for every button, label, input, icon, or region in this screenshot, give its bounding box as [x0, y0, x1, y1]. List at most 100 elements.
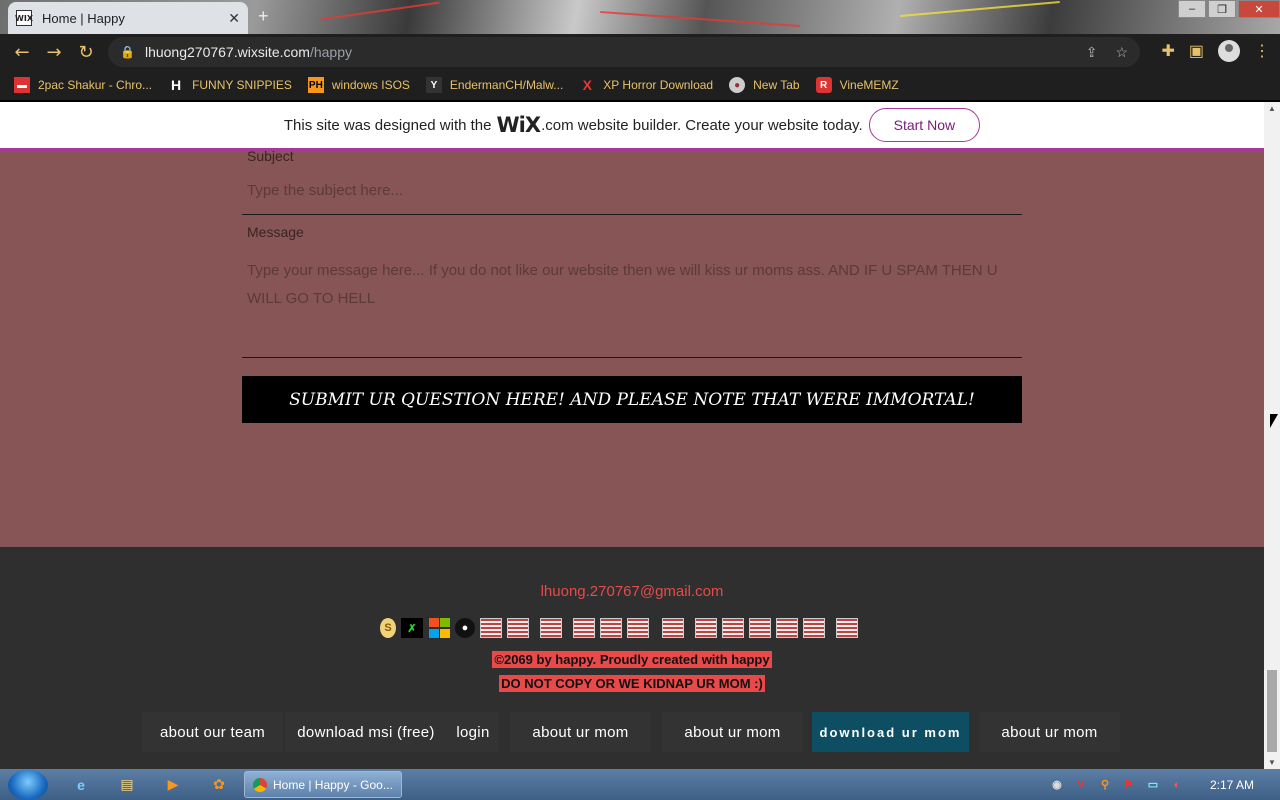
scrollbar-thumb[interactable] — [1267, 670, 1277, 752]
broken-image-icon[interactable] — [600, 618, 622, 638]
bookmark-label: VineMEMZ — [839, 78, 899, 92]
broken-image-icon[interactable] — [573, 618, 595, 638]
tray-speaker-icon[interactable]: ◐ — [1170, 778, 1184, 792]
wix-favicon-icon: WIX — [15, 10, 33, 26]
tray-flag-icon[interactable]: ⚑ — [1122, 778, 1136, 792]
windows-taskbar: e ▤ ▶ ✿ Home | Happy - Goo... ◉ V ⚲ ⚑ ▭ … — [0, 769, 1280, 800]
broken-image-icon[interactable] — [627, 618, 649, 638]
broken-image-icon[interactable] — [722, 618, 744, 638]
url-path: /happy — [309, 44, 352, 60]
bookmark-item[interactable]: X XP Horror Download — [579, 77, 714, 93]
bookmark-label: EndermanCH/Malw... — [449, 78, 564, 92]
bookmark-label: XP Horror Download — [603, 78, 714, 92]
nav-about-ur-mom-1[interactable]: about ur mom — [510, 712, 651, 752]
file-explorer-icon[interactable]: ▤ — [114, 774, 140, 796]
bookmark-item[interactable]: PH windows ISOS — [307, 77, 410, 93]
nav-download-msi[interactable]: download msi (free) — [285, 712, 447, 752]
broken-image-icon[interactable] — [507, 618, 529, 638]
tray-monitor-icon[interactable]: ▭ — [1146, 778, 1160, 792]
r-icon: R — [815, 77, 832, 93]
broken-image-icon[interactable] — [836, 618, 858, 638]
ph-icon: PH — [307, 77, 324, 93]
tab-close-icon[interactable]: ✕ — [228, 10, 240, 27]
bookmarks-bar: ▬ 2pac Shakur - Chro... H FUNNY SNIPPIES P… — [0, 70, 1280, 100]
scroll-down-icon[interactable]: ▼ — [1268, 758, 1276, 767]
maximize-icon[interactable]: ❐ — [1208, 0, 1236, 18]
scroll-up-icon[interactable]: ▲ — [1268, 104, 1276, 113]
taskbar-clock[interactable]: 2:17 AM — [1210, 778, 1254, 792]
contact-email-link[interactable]: lhuong.270767@gmail.com — [0, 583, 1264, 600]
close-window-icon[interactable]: ✕ — [1238, 0, 1280, 18]
wallpaper-streak — [600, 11, 800, 27]
menu-kebab-icon[interactable]: ⋮ — [1254, 41, 1270, 61]
github-icon[interactable]: ● — [455, 618, 475, 638]
message-label: Message — [247, 224, 304, 240]
bookmark-label: 2pac Shakur - Chro... — [38, 78, 153, 92]
system-tray: ◉ V ⚲ ⚑ ▭ ◐ 2:17 AM — [1050, 769, 1280, 800]
broken-image-icon[interactable] — [540, 618, 562, 638]
forward-arrow-icon[interactable]: → — [38, 42, 70, 63]
side-panel-icon[interactable]: ▣ — [1189, 41, 1204, 61]
reload-icon[interactable]: ↻ — [70, 42, 102, 63]
broken-image-icon[interactable] — [803, 618, 825, 638]
copyright-text: ©2069 by happy. Proudly created with hap… — [492, 651, 772, 668]
taskbar-chrome-app[interactable]: Home | Happy - Goo... — [244, 771, 402, 798]
address-bar[interactable]: 🔒 lhuong270767.wixsite.com/happy ⇪ ☆ — [108, 37, 1140, 67]
internet-explorer-icon[interactable]: e — [68, 774, 94, 796]
browser-toolbar: ← → ↻ 🔒 lhuong270767.wixsite.com/happy ⇪… — [0, 34, 1280, 70]
red-folder-icon: ▬ — [14, 77, 30, 93]
message-underline — [242, 357, 1022, 358]
window-controls: – ❐ ✕ — [1176, 0, 1280, 18]
broken-image-icon[interactable] — [695, 618, 717, 638]
windows-icon[interactable] — [428, 618, 450, 638]
broken-image-icon[interactable] — [662, 618, 684, 638]
warning-text: DO NOT COPY OR WE KIDNAP UR MOM :) — [499, 675, 765, 692]
bookmark-item[interactable]: R VineMEMZ — [815, 77, 899, 93]
minimize-icon[interactable]: – — [1178, 0, 1206, 18]
profile-avatar-icon[interactable] — [1218, 40, 1240, 62]
toolbar-right: ✚ ▣ ⋮ — [1161, 40, 1270, 62]
tray-v-icon[interactable]: V — [1074, 778, 1088, 792]
tray-disc-icon[interactable]: ◉ — [1050, 778, 1064, 792]
wix-logo: WiX — [496, 113, 542, 137]
nav-login[interactable]: login — [447, 712, 499, 752]
h-icon: H — [171, 77, 182, 93]
tab-title: Home | Happy — [42, 10, 125, 26]
app-icon[interactable]: ✿ — [206, 774, 232, 796]
nav-about-ur-mom-3[interactable]: about ur mom — [979, 712, 1120, 752]
x-icon[interactable]: ✗ — [401, 618, 423, 638]
start-button[interactable] — [8, 769, 48, 800]
lock-icon: 🔒 — [120, 45, 135, 59]
nav-about-our-team[interactable]: about our team — [142, 712, 283, 752]
bookmark-item[interactable]: H FUNNY SNIPPIES — [168, 77, 292, 93]
broken-image-icon[interactable] — [480, 618, 502, 638]
bookmark-item[interactable]: Y EndermanCH/Malw... — [425, 77, 564, 93]
nav-about-ur-mom-2[interactable]: about ur mom — [662, 712, 803, 752]
start-now-button[interactable]: Start Now — [868, 108, 981, 142]
submit-button[interactable]: SUBMIT UR QUESTION HERE! AND PLEASE NOTE… — [242, 376, 1022, 423]
subject-input[interactable]: Type the subject here... — [247, 182, 403, 199]
subject-underline — [242, 214, 1022, 215]
nav-download-ur-mom[interactable]: download ur mom — [812, 712, 969, 752]
extensions-icon[interactable]: ✚ — [1161, 41, 1174, 61]
back-arrow-icon[interactable]: ← — [6, 42, 38, 63]
share-icon[interactable]: ⇪ — [1086, 44, 1098, 61]
x-icon: X — [582, 77, 592, 93]
page-scrollbar[interactable]: ▲ ▼ — [1264, 102, 1280, 769]
media-player-icon[interactable]: ▶ — [160, 774, 186, 796]
broken-image-icon[interactable] — [749, 618, 771, 638]
s-icon[interactable]: S — [380, 618, 396, 638]
message-textarea[interactable]: Type your message here... If you do not … — [247, 257, 1017, 313]
tray-search-icon[interactable]: ⚲ — [1098, 778, 1112, 792]
bookmark-item[interactable]: ● New Tab — [729, 77, 800, 93]
globe-icon: ● — [729, 77, 746, 93]
bookmark-star-icon[interactable]: ☆ — [1115, 44, 1128, 61]
social-icons: S ✗ ● — [380, 618, 858, 638]
new-tab-button[interactable]: + — [258, 6, 269, 27]
bookmark-label: windows ISOS — [331, 78, 410, 92]
browser-tab-active[interactable]: WIX Home | Happy ✕ — [8, 2, 248, 34]
contact-section: Subject Type the subject here... Message… — [0, 148, 1264, 547]
broken-image-icon[interactable] — [776, 618, 798, 638]
wix-banner-text: This site was designed with the — [283, 116, 492, 134]
bookmark-item[interactable]: ▬ 2pac Shakur - Chro... — [14, 77, 152, 93]
